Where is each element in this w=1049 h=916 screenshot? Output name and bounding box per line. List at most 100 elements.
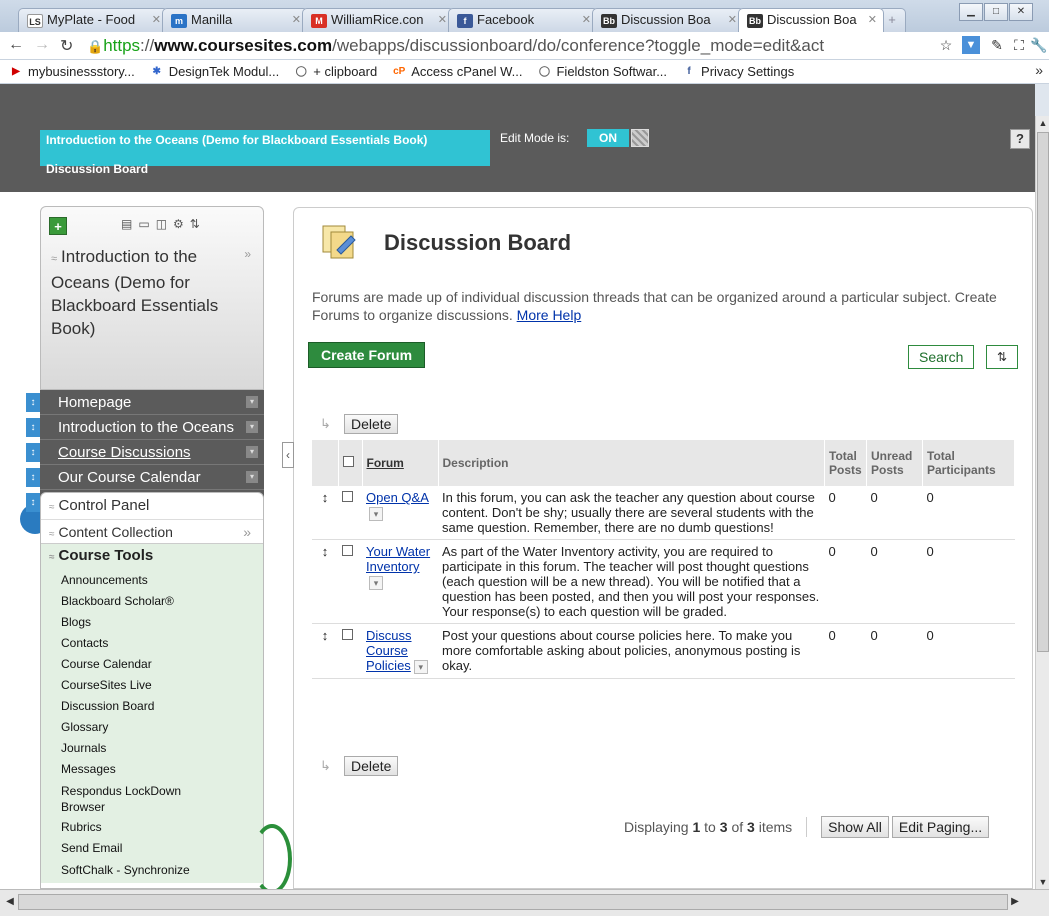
course-tool-link[interactable]: Contacts: [49, 633, 263, 654]
new-window-icon[interactable]: ◫: [156, 217, 167, 231]
tab-close-icon[interactable]: ✕: [868, 9, 877, 31]
course-tool-link[interactable]: Send Email: [49, 838, 263, 859]
course-tool-link[interactable]: Course Calendar: [49, 654, 263, 675]
delete-button[interactable]: Delete: [344, 414, 399, 434]
extension-tool-icon[interactable]: ✎: [988, 36, 1006, 54]
course-menu-title[interactable]: ≈ Introduction to the Oceans (Demo for Bl…: [51, 245, 251, 340]
minimize-icon[interactable]: ▁: [959, 3, 983, 21]
forum-link[interactable]: Your Water Inventory: [366, 544, 430, 574]
course-tools-header[interactable]: ≈ Course Tools: [49, 544, 263, 570]
course-menu-item[interactable]: ↕ Our Course Calendar ▾: [26, 465, 264, 490]
extension-icon[interactable]: ▼: [962, 36, 980, 54]
bookmark-item[interactable]: ✱ DesignTek Modul...: [149, 64, 279, 79]
search-button[interactable]: Search: [908, 345, 975, 369]
chevron-down-icon[interactable]: ▾: [369, 507, 383, 521]
wrench-icon[interactable]: 🔧: [1030, 36, 1048, 54]
drag-handle-icon[interactable]: ↕: [26, 493, 40, 512]
scroll-down-icon[interactable]: ▼: [1036, 875, 1049, 889]
add-menu-item-button[interactable]: +: [49, 217, 67, 235]
tab-close-icon[interactable]: ✕: [728, 9, 737, 31]
course-menu-item[interactable]: ↕ Homepage ▾: [26, 390, 264, 415]
bookmark-item[interactable]: f Privacy Settings: [681, 64, 794, 79]
browser-tab[interactable]: Bb Discussion Boa ✕: [738, 8, 884, 32]
drag-handle-icon[interactable]: ↕: [26, 393, 40, 412]
chevron-down-icon[interactable]: ▾: [369, 576, 383, 590]
vertical-scroll-thumb[interactable]: [1037, 132, 1049, 652]
row-checkbox[interactable]: [342, 491, 353, 502]
forum-link[interactable]: Open Q&A: [366, 490, 429, 505]
more-help-link[interactable]: More Help: [517, 307, 582, 323]
drag-handle-icon[interactable]: ↕: [322, 628, 329, 643]
course-tool-link[interactable]: Blogs: [49, 612, 263, 633]
forward-icon[interactable]: →: [34, 36, 50, 54]
browser-tab[interactable]: Bb Discussion Boa ✕: [592, 8, 744, 32]
tab-close-icon[interactable]: ✕: [582, 9, 591, 31]
scroll-left-icon[interactable]: ◀: [2, 894, 18, 910]
tab-close-icon[interactable]: ✕: [152, 9, 161, 31]
edit-mode-switch-icon[interactable]: [631, 129, 649, 147]
forum-link[interactable]: Discuss Course Policies: [366, 628, 412, 673]
drag-handle-icon[interactable]: ↕: [26, 443, 40, 462]
drag-handle-icon[interactable]: ↕: [26, 418, 40, 437]
delete-button-bottom[interactable]: Delete: [344, 756, 399, 776]
bookmark-item[interactable]: ◯ + clipboard: [293, 64, 378, 79]
browser-tab[interactable]: f Facebook ✕: [448, 8, 598, 32]
forum-column-header[interactable]: Forum: [362, 440, 439, 486]
chevron-down-icon[interactable]: ▾: [246, 421, 258, 433]
help-button[interactable]: ?: [1010, 129, 1030, 149]
close-icon[interactable]: ✕: [1009, 3, 1033, 21]
browser-tab[interactable]: LS MyPlate - Food ✕: [18, 8, 168, 32]
bookmarks-more-icon[interactable]: »: [1035, 62, 1043, 78]
screenshot-icon[interactable]: ⛶: [1010, 36, 1028, 54]
reorder-icon[interactable]: ⇅: [190, 217, 200, 231]
horizontal-scrollbar[interactable]: ◀ ▶: [0, 889, 1049, 916]
row-checkbox[interactable]: [342, 629, 353, 640]
course-tool-link[interactable]: Glossary: [49, 717, 263, 738]
course-menu-item[interactable]: ↕ Course Discussions ▾: [26, 440, 264, 465]
scroll-up-icon[interactable]: ▲: [1036, 116, 1049, 130]
course-tool-link[interactable]: Blackboard Scholar®: [49, 591, 263, 612]
vertical-scrollbar[interactable]: ▲ ▼: [1035, 116, 1049, 889]
course-tool-link[interactable]: CourseSites Live: [49, 675, 263, 696]
browser-tab[interactable]: m Manilla ✕: [162, 8, 308, 32]
course-title[interactable]: Introduction to the Oceans (Demo for Bla…: [40, 130, 490, 166]
sort-icon[interactable]: ⇅: [986, 345, 1018, 369]
chevron-down-icon[interactable]: ▾: [246, 396, 258, 408]
course-tool-link[interactable]: Journals: [49, 738, 263, 759]
browser-tab[interactable]: M WilliamRice.con ✕: [302, 8, 454, 32]
reload-icon[interactable]: ↻: [60, 36, 73, 56]
select-all-checkbox[interactable]: [342, 456, 354, 467]
hide-menu-toggle[interactable]: ‹: [282, 442, 294, 468]
chevron-down-icon[interactable]: ▾: [413, 660, 428, 674]
tab-close-icon[interactable]: ✕: [438, 9, 447, 31]
bookmark-item[interactable]: cP Access cPanel W...: [391, 64, 522, 79]
control-panel-header[interactable]: ≈ Control Panel: [41, 493, 263, 519]
bookmark-item[interactable]: ◯ Fieldston Softwar...: [536, 64, 667, 79]
show-all-button[interactable]: Show All: [821, 816, 889, 838]
course-tool-link[interactable]: Respondus LockDown Browser: [49, 780, 199, 817]
back-icon[interactable]: ←: [8, 36, 24, 54]
course-tool-link[interactable]: Discussion Board: [49, 696, 263, 717]
maximize-icon[interactable]: □: [984, 3, 1008, 21]
course-menu-item[interactable]: ↕ Introduction to the Oceans ▾: [26, 415, 264, 440]
collapse-icon[interactable]: ≈: [51, 253, 57, 265]
horizontal-scroll-thumb[interactable]: [18, 894, 1008, 910]
list-view-icon[interactable]: ▤: [121, 217, 132, 231]
drag-handle-icon[interactable]: ↕: [322, 490, 329, 505]
folder-view-icon[interactable]: ▭: [138, 217, 149, 231]
settings-icon[interactable]: ⚙: [173, 217, 184, 231]
address-bar[interactable]: 🔒https://www.coursesites.com/webapps/dis…: [87, 35, 937, 57]
create-forum-button[interactable]: Create Forum: [308, 342, 426, 368]
edit-paging-button[interactable]: Edit Paging...: [891, 816, 990, 838]
course-tool-link[interactable]: SoftChalk - Synchronize: [49, 859, 199, 880]
content-collection[interactable]: ≈ Content Collection»: [41, 519, 263, 543]
star-icon[interactable]: ☆: [937, 36, 955, 54]
chevron-down-icon[interactable]: ▾: [246, 446, 258, 458]
course-tool-link[interactable]: Rubrics: [49, 817, 263, 838]
row-checkbox[interactable]: [342, 545, 353, 556]
collapse-menu-icon[interactable]: »: [244, 247, 251, 261]
course-tool-link[interactable]: Messages: [49, 759, 263, 780]
chevron-down-icon[interactable]: ▾: [246, 471, 258, 483]
bookmark-item[interactable]: ▶ mybusinessstory...: [8, 64, 135, 79]
scroll-right-icon[interactable]: ▶: [1007, 894, 1023, 910]
